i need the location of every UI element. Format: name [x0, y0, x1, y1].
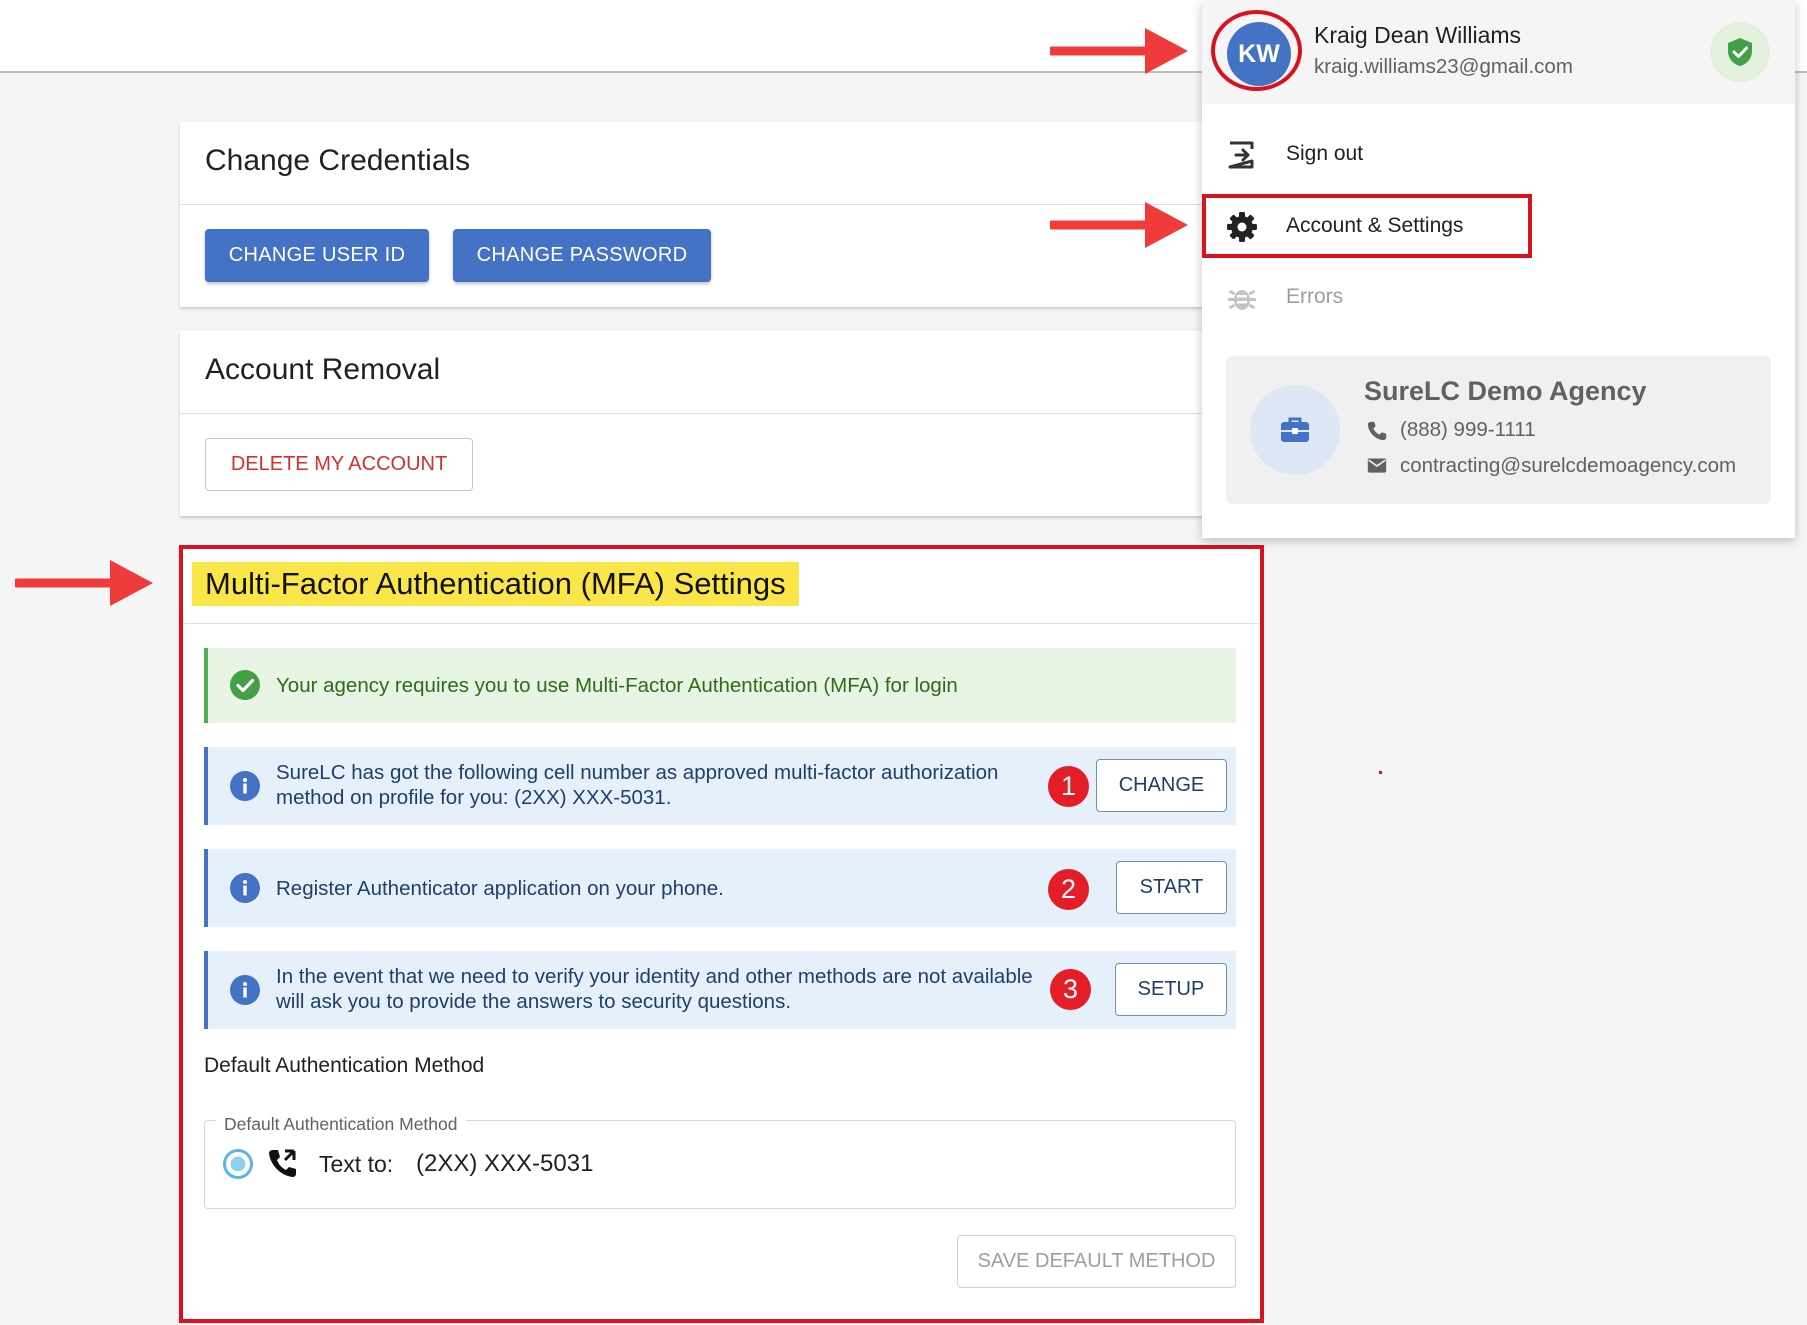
user-menu-dropdown: KW Kraig Dean Williams kraig.williams23@…: [1202, 0, 1795, 538]
agency-name: SureLC Demo Agency: [1364, 376, 1647, 406]
account-removal-card: Account Removal DELETE MY ACCOUNT: [180, 331, 1280, 516]
annotation-dot: [1379, 771, 1382, 774]
account-settings-annotation-box: [1202, 194, 1532, 258]
annotation-arrow-icon: [15, 560, 153, 606]
change-password-button[interactable]: CHANGE PASSWORD: [453, 229, 711, 282]
mfa-annotation-box: [179, 545, 1264, 1323]
account-removal-title: Account Removal: [205, 353, 441, 386]
agency-email: contracting@surelcdemoagency.com: [1400, 454, 1737, 477]
agency-card: SureLC Demo Agency (888) 999-1111 contra…: [1226, 356, 1771, 504]
change-credentials-title: Change Credentials: [205, 144, 471, 177]
bug-icon: [1228, 289, 1256, 310]
card-divider: [180, 413, 1280, 414]
agency-phone: (888) 999-1111: [1400, 418, 1536, 441]
shield-check-icon: [1728, 38, 1752, 66]
change-user-id-button[interactable]: CHANGE USER ID: [205, 229, 429, 282]
user-name: Kraig Dean Williams: [1314, 22, 1522, 48]
menu-item-sign-out[interactable]: Sign out: [1202, 127, 1795, 183]
delete-account-button[interactable]: DELETE MY ACCOUNT: [205, 438, 473, 491]
mail-icon: [1367, 458, 1387, 473]
menu-item-errors[interactable]: Errors: [1202, 270, 1795, 326]
phone-icon: [1367, 421, 1387, 441]
annotation-arrow-icon: [1050, 28, 1188, 74]
avatar-annotation-ring: [1211, 10, 1302, 91]
verified-badge: [1710, 22, 1770, 82]
menu-item-label: Errors: [1286, 285, 1344, 308]
sign-out-icon: [1228, 141, 1254, 169]
annotation-arrow-icon: [1050, 202, 1188, 248]
agency-avatar: [1250, 385, 1340, 475]
user-email: kraig.williams23@gmail.com: [1314, 55, 1573, 78]
briefcase-icon: [1281, 417, 1309, 442]
menu-item-label: Sign out: [1286, 142, 1364, 165]
